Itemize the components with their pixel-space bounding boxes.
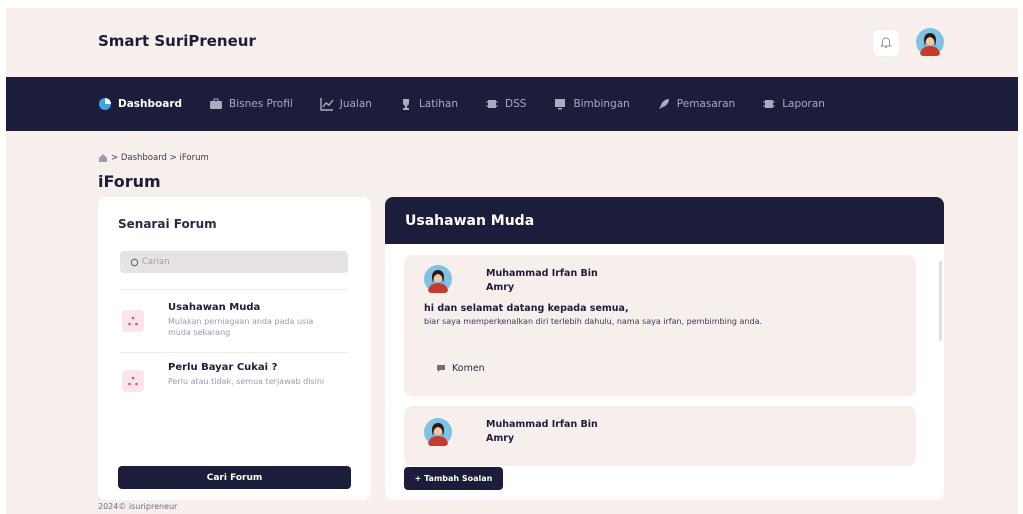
chip-icon [762, 97, 776, 111]
forum-item-desc: Mulakan perniagaan anda pada usia muda s… [168, 317, 314, 337]
nav-bisnes-profil[interactable]: Bisnes Profil [209, 97, 293, 111]
nav-laporan[interactable]: Laporan [762, 97, 825, 111]
forum-list-panel: Senarai Forum Carian Usahawan Muda Mulak… [98, 197, 371, 500]
divider [120, 289, 348, 290]
breadcrumb: > Dashboard > iForum [98, 153, 209, 163]
search-input[interactable]: Carian [120, 251, 348, 273]
author-avatar [424, 265, 452, 296]
monitor-icon [553, 97, 567, 111]
nav-pemasaran[interactable]: Pemasaran [657, 97, 735, 111]
footer-copyright: 2024© isuripreneur [98, 502, 178, 511]
rocket-icon [657, 97, 671, 111]
nav-label: Pemasaran [676, 98, 736, 110]
notification-button[interactable] [872, 29, 900, 57]
nav-latihan[interactable]: Latihan [399, 97, 458, 111]
nav-label: Dashboard [118, 98, 183, 110]
thread-title: Usahawan Muda [385, 197, 944, 244]
network-icon [122, 310, 144, 332]
nav-jualan[interactable]: Jualan [320, 97, 372, 111]
breadcrumb-text[interactable]: > Dashboard > iForum [111, 153, 209, 163]
forum-item-usahawan-muda[interactable]: Usahawan Muda Mulakan perniagaan anda pa… [120, 293, 348, 353]
nav-label: DSS [505, 98, 527, 110]
search-placeholder: Carian [142, 257, 170, 267]
comment-icon [436, 364, 446, 373]
pie-chart-icon [98, 97, 112, 111]
brand-title[interactable]: Smart SuriPreneur [98, 32, 256, 50]
post-title: hi dan selamat datang kepada semua, [424, 303, 629, 314]
author-name: Muhammad Irfan Bin Amry [486, 419, 598, 444]
nav-label: Bimbingan [573, 98, 630, 110]
nav-dss[interactable]: DSS [485, 97, 526, 111]
tambah-soalan-button[interactable]: + Tambah Soalan [404, 467, 503, 490]
main-nav: Dashboard Bisnes Profil Jualan Latihan D… [6, 77, 1018, 131]
post-card: Muhammad Irfan Bin Amry hi dan selamat d… [404, 255, 916, 396]
network-icon [122, 370, 144, 392]
bell-icon [879, 34, 893, 53]
author-name: Muhammad Irfan Bin Amry [486, 268, 598, 293]
page-title: iForum [98, 172, 161, 191]
comment-label: Komen [452, 363, 485, 374]
trophy-icon [399, 97, 413, 111]
thread-scrollbar[interactable] [939, 261, 942, 341]
home-icon[interactable] [98, 153, 108, 163]
search-icon [130, 258, 139, 267]
forum-item-title: Usahawan Muda [168, 302, 261, 313]
app-root: Smart SuriPreneur Dashboard Bisnes Profi… [6, 8, 1018, 514]
nav-label: Laporan [782, 98, 825, 110]
nav-bimbingan[interactable]: Bimbingan [553, 97, 630, 111]
comment-button[interactable]: Komen [436, 363, 485, 374]
nav-dashboard[interactable]: Dashboard [98, 97, 182, 111]
user-avatar[interactable] [916, 28, 944, 59]
nav-label: Latihan [418, 98, 459, 110]
forum-item-cukai[interactable]: Perlu Bayar Cukai ? Perlu atau tidak, se… [120, 353, 348, 413]
forum-item-desc: Perlu atau tidak, semua terjawab disini [168, 377, 325, 386]
forum-list-title: Senarai Forum [118, 217, 217, 231]
cari-forum-button[interactable]: Cari Forum [118, 466, 351, 489]
chip-icon [485, 97, 499, 111]
top-header: Smart SuriPreneur [6, 8, 1018, 77]
thread-panel: Usahawan Muda Muhammad Irfan Bin Amry hi… [385, 197, 944, 500]
nav-label: Bisnes Profil [229, 98, 293, 110]
nav-label: Jualan [339, 98, 372, 110]
author-avatar [424, 418, 452, 449]
line-chart-icon [320, 97, 334, 111]
post-card: Muhammad Irfan Bin Amry [404, 406, 916, 466]
briefcase-icon [209, 97, 223, 111]
forum-item-title: Perlu Bayar Cukai ? [168, 362, 278, 373]
post-body: biar saya memperkenalkan diri terlebih d… [424, 317, 763, 326]
